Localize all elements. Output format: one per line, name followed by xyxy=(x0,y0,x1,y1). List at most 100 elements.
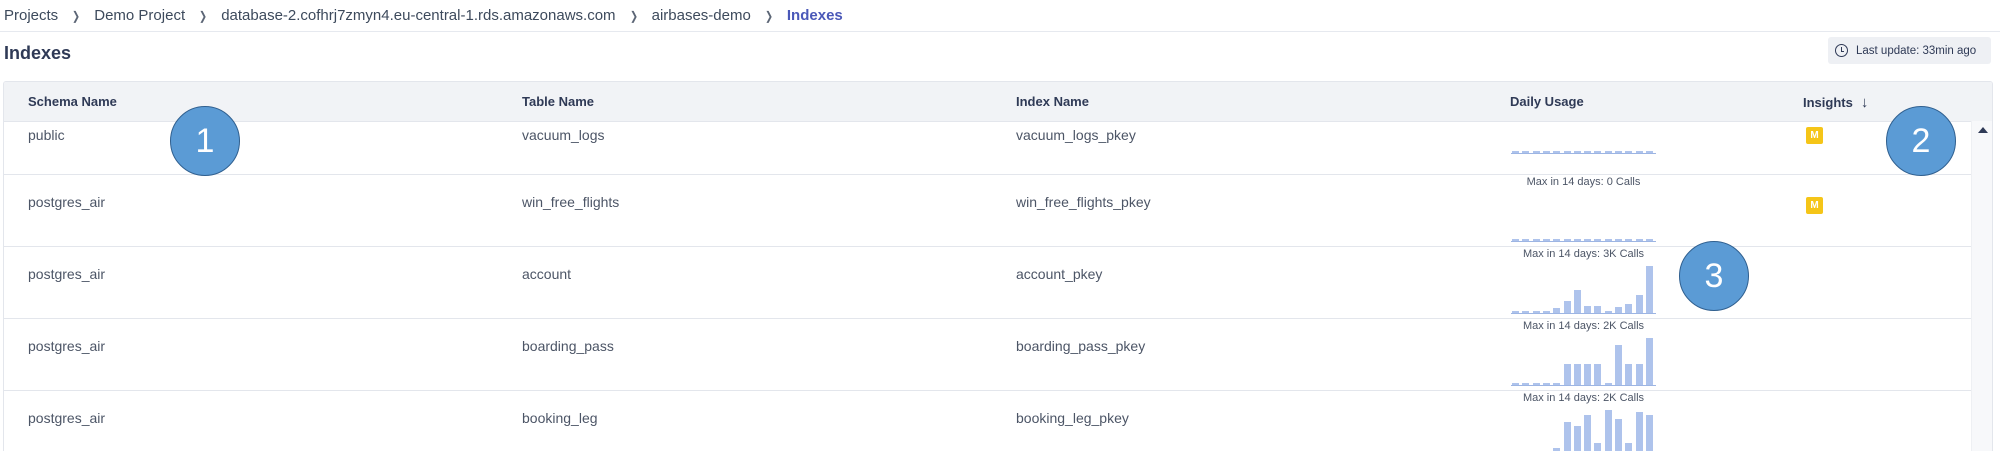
usage-bar xyxy=(1532,239,1540,241)
column-header-table[interactable]: Table Name xyxy=(522,94,594,109)
table-row[interactable]: postgres_air account account_pkey Max in 14… xyxy=(4,246,1972,319)
usage-bar xyxy=(1615,419,1622,451)
usage-bar xyxy=(1563,421,1571,451)
usage-sparkline xyxy=(1511,408,1656,451)
usage-caption: Max in 14 days: 0 Calls xyxy=(1526,176,1641,188)
usage-bar xyxy=(1522,151,1530,153)
usage-bar xyxy=(1542,382,1550,385)
table-name-cell: boarding_pass xyxy=(522,338,614,354)
chevron-right-icon: ❯ xyxy=(72,8,81,23)
usage-sparkline xyxy=(1511,264,1656,314)
table-row[interactable]: postgres_air booking_leg booking_leg_pkey M… xyxy=(4,390,1972,451)
table-row[interactable]: public vacuum_logs vacuum_logs_pkey M xyxy=(4,121,1972,175)
breadcrumb-schema-db[interactable]: airbases-demo xyxy=(652,7,751,24)
usage-sparkline xyxy=(1511,336,1656,386)
usage-bar xyxy=(1584,305,1592,313)
usage-bar xyxy=(1604,151,1612,153)
usage-caption: Max in 14 days: 3K Calls xyxy=(1522,248,1645,260)
usage-bar xyxy=(1532,310,1540,313)
usage-bar xyxy=(1604,310,1612,313)
chevron-right-icon: ❯ xyxy=(629,8,638,23)
usage-bar xyxy=(1553,151,1561,153)
index-name-cell: account_pkey xyxy=(1016,266,1103,282)
usage-bar xyxy=(1625,363,1633,385)
breadcrumb-project[interactable]: Demo Project xyxy=(94,7,185,24)
last-update-text: Last update: 33min ago xyxy=(1856,44,1977,57)
index-name-cell: vacuum_logs_pkey xyxy=(1016,127,1136,143)
usage-bar xyxy=(1625,151,1633,153)
usage-bar xyxy=(1625,303,1633,313)
usage-bar xyxy=(1542,151,1550,153)
schema-name-cell: postgres_air xyxy=(28,194,106,210)
usage-bar xyxy=(1512,310,1519,313)
table-row[interactable]: postgres_air boarding_pass boarding_pass_p… xyxy=(4,318,1972,391)
usage-bar xyxy=(1594,239,1602,241)
usage-bar xyxy=(1563,239,1571,241)
usage-bar xyxy=(1635,295,1643,313)
usage-bar xyxy=(1573,363,1581,385)
table-name-cell: booking_leg xyxy=(522,410,598,426)
usage-bar xyxy=(1625,239,1633,241)
breadcrumb-current-page: Indexes xyxy=(786,7,843,24)
usage-bar xyxy=(1645,338,1653,385)
usage-bar xyxy=(1512,382,1519,385)
usage-bar xyxy=(1594,151,1602,153)
usage-bar xyxy=(1542,310,1550,313)
scroll-up-icon[interactable] xyxy=(1978,127,1988,133)
usage-caption: Max in 14 days: 2K Calls xyxy=(1522,392,1645,404)
usage-bar xyxy=(1594,442,1602,451)
clock-icon xyxy=(1835,44,1848,57)
breadcrumb: Projects ❯ Demo Project ❯ database-2.cof… xyxy=(0,0,2000,32)
schema-name-cell: public xyxy=(28,127,65,143)
annotation-marker: 1 xyxy=(170,106,240,176)
insight-badge[interactable]: M xyxy=(1806,127,1823,144)
usage-bar xyxy=(1635,151,1643,153)
usage-bar xyxy=(1584,363,1592,385)
column-header-insights[interactable]: Insights ↓ xyxy=(1803,94,1868,111)
usage-sparkline xyxy=(1511,112,1656,154)
table-name-cell: account xyxy=(522,266,572,282)
index-name-cell: booking_leg_pkey xyxy=(1016,410,1129,426)
insight-badge[interactable]: M xyxy=(1806,197,1823,214)
usage-caption: Max in 14 days: 2K Calls xyxy=(1522,320,1645,332)
vertical-scrollbar[interactable] xyxy=(1971,121,1992,451)
usage-bar xyxy=(1553,382,1561,385)
usage-bar xyxy=(1635,363,1643,385)
usage-bar xyxy=(1563,151,1571,153)
index-name-cell: win_free_flights_pkey xyxy=(1016,194,1151,210)
usage-bar xyxy=(1635,239,1643,241)
index-name-cell: boarding_pass_pkey xyxy=(1016,338,1146,354)
usage-bar xyxy=(1615,345,1622,385)
usage-bar xyxy=(1512,239,1519,241)
annotation-marker: 2 xyxy=(1886,106,1956,176)
usage-bar xyxy=(1615,239,1622,241)
chevron-right-icon: ❯ xyxy=(764,8,773,23)
usage-bar xyxy=(1625,442,1633,451)
usage-bar xyxy=(1553,308,1561,313)
usage-bar xyxy=(1542,239,1550,241)
usage-bar xyxy=(1594,363,1602,385)
usage-bar xyxy=(1645,414,1653,451)
column-header-index[interactable]: Index Name xyxy=(1016,94,1089,109)
usage-bar xyxy=(1573,239,1581,241)
usage-bar xyxy=(1604,382,1612,385)
arrow-down-icon[interactable]: ↓ xyxy=(1861,94,1869,111)
usage-bar xyxy=(1594,305,1602,313)
usage-bar xyxy=(1522,310,1530,313)
usage-bar xyxy=(1615,151,1622,153)
usage-bar xyxy=(1635,412,1643,451)
breadcrumb-projects[interactable]: Projects xyxy=(4,7,58,24)
column-header-schema[interactable]: Schema Name xyxy=(28,94,117,109)
table-row[interactable]: postgres_air win_free_flights win_free_fli… xyxy=(4,174,1972,247)
usage-bar xyxy=(1532,382,1540,385)
table-name-cell: vacuum_logs xyxy=(522,127,605,143)
column-header-usage[interactable]: Daily Usage xyxy=(1510,94,1584,109)
annotation-marker: 3 xyxy=(1679,241,1749,311)
usage-bar xyxy=(1553,447,1561,451)
breadcrumb-database[interactable]: database-2.cofhrj7zmyn4.eu-central-1.rds… xyxy=(221,7,615,24)
last-update-badge: Last update: 33min ago xyxy=(1828,37,1991,64)
schema-name-cell: postgres_air xyxy=(28,266,106,282)
usage-bar xyxy=(1645,151,1653,153)
usage-bar xyxy=(1573,290,1581,313)
table-header: Schema Name Table Name Index Name Daily … xyxy=(4,82,1992,122)
